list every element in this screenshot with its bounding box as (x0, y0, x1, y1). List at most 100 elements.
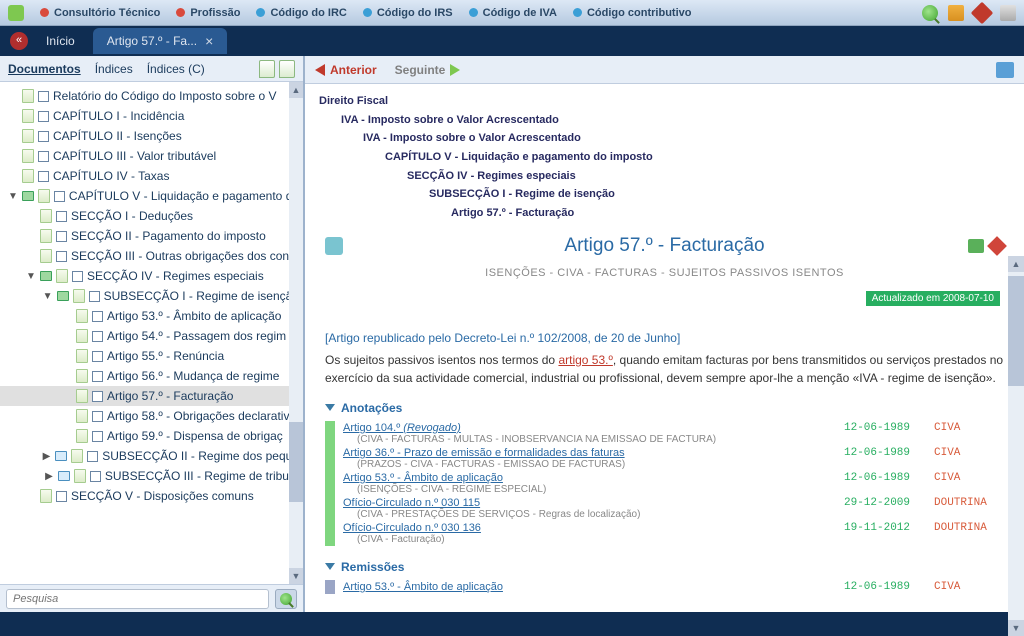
checkbox[interactable] (38, 111, 49, 122)
edit-icon[interactable] (325, 237, 343, 255)
sidebar-tab-indices-c[interactable]: Índices (C) (147, 62, 205, 76)
checkbox[interactable] (92, 411, 103, 422)
tree-item[interactable]: ▶Artigo 58.º - Obrigações declarativ (0, 406, 303, 426)
tree-item[interactable]: ▶CAPÍTULO IV - Taxas (0, 166, 303, 186)
checkbox[interactable] (89, 291, 100, 302)
checkbox[interactable] (92, 331, 103, 342)
tree-item[interactable]: ▶Artigo 59.º - Dispensa de obrigaç (0, 426, 303, 446)
search-input[interactable] (6, 589, 269, 609)
checkbox[interactable] (92, 371, 103, 382)
gray-bar (325, 580, 335, 594)
app-icon[interactable] (8, 5, 24, 21)
tab-close-icon[interactable]: × (205, 33, 213, 49)
expand-all-icon[interactable] (259, 60, 275, 78)
tree-item[interactable]: ▼CAPÍTULO V - Liquidação e pagamento do (0, 186, 303, 206)
section-remissoes[interactable]: Remissões (325, 560, 1004, 574)
sidebar-tab-documentos[interactable]: Documentos (8, 62, 81, 76)
tree-item[interactable]: ▶SUBSECÇÃO II - Regime dos peque (0, 446, 303, 466)
menu-consultorio[interactable]: Consultório Técnico (40, 7, 160, 19)
menu-irs[interactable]: Código do IRS (363, 7, 453, 19)
search-icon[interactable] (922, 5, 938, 21)
tree-item[interactable]: ▶SECÇÃO II - Pagamento do imposto (0, 226, 303, 246)
breadcrumb-item[interactable]: Direito Fiscal (319, 92, 1010, 111)
checkbox[interactable] (38, 91, 49, 102)
search-button[interactable] (275, 589, 297, 609)
annotation-link[interactable]: Artigo 104.º (Revogado) (343, 422, 461, 434)
breadcrumb-item[interactable]: IVA - Imposto sobre o Valor Acrescentado (319, 129, 1010, 148)
prev-button[interactable]: Anterior (315, 63, 377, 77)
breadcrumb-item[interactable]: SECÇÃO IV - Regimes especiais (319, 167, 1010, 186)
content-scrollbar[interactable]: ▲ ▼ (1008, 256, 1024, 636)
tree-item[interactable]: ▶Artigo 57.º - Facturação (0, 386, 303, 406)
annotation-link[interactable]: Artigo 36.º - Prazo de emissão e formali… (343, 447, 625, 459)
menu-profissao[interactable]: Profissão (176, 7, 240, 19)
tree-item[interactable]: ▶SECÇÃO V - Disposições comuns (0, 486, 303, 506)
annotation-type: DOUTRINA (934, 522, 1004, 545)
annotation-type: CIVA (934, 581, 1004, 593)
menu-irc[interactable]: Código do IRC (256, 7, 346, 19)
checkbox[interactable] (92, 311, 103, 322)
checkbox[interactable] (56, 491, 67, 502)
bookmark-icon[interactable] (987, 236, 1007, 256)
breadcrumb-item[interactable]: IVA - Imposto sobre o Valor Acrescentado (319, 111, 1010, 130)
green-bar (325, 421, 335, 546)
monitor-icon[interactable] (948, 5, 964, 21)
sidebar-search (0, 584, 303, 612)
tree-item[interactable]: ▶Artigo 53.º - Âmbito de aplicação (0, 306, 303, 326)
tree-item[interactable]: ▶CAPÍTULO II - Isenções (0, 126, 303, 146)
sidebar-scrollbar[interactable]: ▲ ▼ (289, 82, 303, 584)
tree-item[interactable]: ▼SUBSECÇÃO I - Regime de isenção (0, 286, 303, 306)
tree-item[interactable]: ▶Artigo 55.º - Renúncia (0, 346, 303, 366)
checkbox[interactable] (92, 431, 103, 442)
tree-item[interactable]: ▶Artigo 56.º - Mudança de regime (0, 366, 303, 386)
checkbox[interactable] (38, 171, 49, 182)
tree-item[interactable]: ▶SECÇÃO III - Outras obrigações dos con (0, 246, 303, 266)
annotation-link[interactable]: Artigo 53.º - Âmbito de aplicação (343, 581, 503, 593)
article: Artigo 57.º - Facturação ISENÇÕES - CIVA… (305, 229, 1024, 612)
print-article-icon[interactable] (968, 239, 984, 253)
collapse-all-icon[interactable] (279, 60, 295, 78)
menu-contributivo[interactable]: Código contributivo (573, 7, 691, 19)
tree-label: Relatório do Código do Imposto sobre o V (53, 89, 276, 103)
tree-item[interactable]: ▶CAPÍTULO I - Incidência (0, 106, 303, 126)
checkbox[interactable] (87, 451, 98, 462)
tree-label: SECÇÃO III - Outras obrigações dos con (71, 249, 289, 263)
inline-link-artigo53[interactable]: artigo 53.º (558, 353, 612, 367)
tree-label: CAPÍTULO II - Isenções (53, 129, 182, 143)
checkbox[interactable] (56, 231, 67, 242)
tab-inicio[interactable]: Início (32, 29, 89, 53)
tree-item[interactable]: ▶CAPÍTULO III - Valor tributável (0, 146, 303, 166)
breadcrumb-item[interactable]: Artigo 57.º - Facturação (319, 204, 1010, 223)
next-button[interactable]: Seguinte (395, 63, 461, 77)
tab-active[interactable]: Artigo 57.º - Fa... × (93, 28, 228, 54)
pin-icon[interactable] (971, 1, 994, 24)
tree-item[interactable]: ▶Relatório do Código do Imposto sobre o … (0, 86, 303, 106)
checkbox[interactable] (38, 131, 49, 142)
sidebar-tab-indices[interactable]: Índices (95, 62, 133, 76)
book-open-icon (57, 291, 69, 301)
printer-icon[interactable] (996, 62, 1014, 78)
tree-item[interactable]: ▶SECÇÃO I - Deduções (0, 206, 303, 226)
annotation-link[interactable]: Artigo 53.º - Âmbito de aplicação (343, 472, 503, 484)
breadcrumb-item[interactable]: CAPÍTULO V - Liquidação e pagamento do i… (319, 148, 1010, 167)
annotation-link[interactable]: Ofício-Circulado n.º 030 136 (343, 522, 481, 534)
close-all-button[interactable]: « (10, 32, 28, 50)
checkbox[interactable] (92, 351, 103, 362)
checkbox[interactable] (38, 151, 49, 162)
checkbox[interactable] (92, 391, 103, 402)
checkbox[interactable] (56, 251, 67, 262)
annotation-link[interactable]: Ofício-Circulado n.º 030 115 (343, 497, 480, 509)
breadcrumb-item[interactable]: SUBSECÇÃO I - Regime de isenção (319, 185, 1010, 204)
tree-item[interactable]: ▶Artigo 54.º - Passagem dos regim (0, 326, 303, 346)
menu-iva[interactable]: Código de IVA (469, 7, 557, 19)
checkbox[interactable] (56, 211, 67, 222)
section-anotacoes[interactable]: Anotações (325, 401, 1004, 415)
document-tree: ▶Relatório do Código do Imposto sobre o … (0, 82, 303, 584)
tree-item[interactable]: ▼SECÇÃO IV - Regimes especiais (0, 266, 303, 286)
checkbox[interactable] (90, 471, 101, 482)
book-open-icon (40, 271, 52, 281)
checkbox[interactable] (54, 191, 65, 202)
tree-item[interactable]: ▶SUBSECÇÃO III - Regime de tributa (0, 466, 303, 486)
checkbox[interactable] (72, 271, 83, 282)
tools-icon[interactable] (1000, 5, 1016, 21)
